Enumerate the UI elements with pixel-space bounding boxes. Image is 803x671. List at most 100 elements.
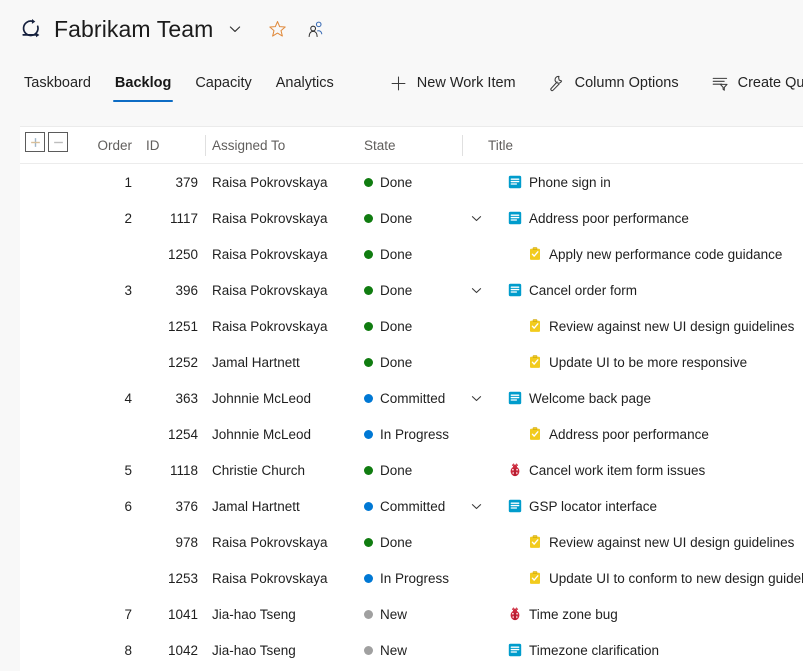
cell-title[interactable]: Time zone bug [508, 596, 618, 632]
table-row[interactable]: 2 1117 Raisa Pokrovskaya Done Address poor p… [20, 200, 803, 236]
create-query-button[interactable]: Create Query [695, 58, 803, 108]
title-label: Address poor performance [529, 210, 689, 226]
cell-id[interactable]: 1254 [146, 416, 198, 452]
cell-assigned-to: Raisa Pokrovskaya [212, 282, 328, 298]
cell-assigned-to: Jia-hao Tseng [212, 606, 296, 622]
cell-title[interactable]: Address poor performance [508, 200, 689, 236]
tab-analytics[interactable]: Analytics [264, 58, 346, 108]
chevron-down-icon[interactable] [225, 19, 245, 39]
cell-assigned-to: Johnnie McLeod [212, 390, 312, 406]
table-row[interactable]: 3 396 Raisa Pokrovskaya Done Cancel order fo… [20, 272, 803, 308]
backlog-grid: Order ID Assigned To State Title 1 379 Rai… [20, 126, 803, 671]
cell-id[interactable]: 1250 [146, 236, 198, 272]
cell-title[interactable]: Review against new UI design guidelines [528, 308, 794, 344]
user-story-icon [508, 643, 522, 657]
cell-order: 4 [124, 390, 132, 406]
cell-id[interactable]: 1042 [146, 632, 198, 668]
table-row[interactable]: 978 Raisa Pokrovskaya Done Review against n… [20, 524, 803, 560]
state-label: Done [380, 246, 413, 262]
row-expand-chevron-icon[interactable] [468, 380, 484, 416]
column-header-assigned-to[interactable]: Assigned To [212, 127, 285, 164]
table-row[interactable]: 1253 Raisa Pokrovskaya In Progress Update U… [20, 560, 803, 596]
table-row[interactable]: 5 1118 Christie Church Done Cancel work item… [20, 452, 803, 488]
row-expand-chevron-icon[interactable] [468, 200, 484, 236]
cell-id[interactable]: 1251 [146, 308, 198, 344]
tab-capacity[interactable]: Capacity [183, 58, 263, 108]
table-row[interactable]: 1251 Raisa Pokrovskaya Done Review against … [20, 308, 803, 344]
new-work-item-button[interactable]: New Work Item [374, 58, 532, 108]
table-row[interactable]: 1 379 Raisa Pokrovskaya Done Phone sign in [20, 164, 803, 200]
state-dot [364, 321, 373, 331]
collapse-all-button[interactable] [48, 132, 68, 152]
team-members-icon[interactable] [303, 17, 327, 41]
title-label: Review against new UI design guidelines [549, 318, 795, 334]
cell-title[interactable]: Update UI to conform to new design guide… [528, 560, 803, 596]
page-title: Fabrikam Team [54, 15, 214, 42]
cell-title[interactable]: Cancel work item form issues [508, 452, 705, 488]
title-label: Address poor performance [549, 426, 709, 442]
cell-state: In Progress [364, 416, 449, 452]
state-label: Done [380, 318, 413, 334]
cell-title[interactable]: Review against new UI design guidelines [528, 524, 794, 560]
table-row[interactable]: 4 363 Johnnie McLeod Committed Welcome back … [20, 380, 803, 416]
state-dot [364, 573, 373, 583]
column-header-state[interactable]: State [364, 127, 396, 164]
star-icon[interactable] [265, 17, 289, 41]
expand-all-button[interactable] [25, 132, 45, 152]
tab-backlog[interactable]: Backlog [103, 58, 183, 108]
cell-title[interactable]: Cancel order form [508, 272, 637, 308]
title-label: Timezone clarification [529, 642, 660, 658]
table-row[interactable]: 1252 Jamal Hartnett Done Update UI to be mo… [20, 344, 803, 380]
cell-state: In Progress [364, 560, 449, 596]
cell-title[interactable]: Apply new performance code guidance [528, 236, 782, 272]
row-expand-chevron-icon[interactable] [468, 488, 484, 524]
column-header-title[interactable]: Title [488, 127, 513, 164]
cell-title[interactable]: Update UI to be more responsive [528, 344, 747, 380]
tab-taskboard[interactable]: Taskboard [12, 58, 103, 108]
wrench-icon [548, 74, 566, 92]
cell-assigned-to: Jamal Hartnett [212, 354, 300, 370]
cell-id[interactable]: 396 [146, 272, 198, 308]
cell-id[interactable]: 1118 [146, 452, 198, 488]
cell-title[interactable]: Welcome back page [508, 380, 651, 416]
cell-title[interactable]: Address poor performance [528, 416, 709, 452]
column-header-order[interactable]: Order [90, 127, 132, 164]
cell-id[interactable]: 1041 [146, 596, 198, 632]
table-row[interactable]: 6 376 Jamal Hartnett Committed GSP locator i… [20, 488, 803, 524]
cell-id[interactable]: 379 [146, 164, 198, 200]
plus-icon [390, 74, 408, 92]
table-row[interactable]: 8 1042 Jia-hao Tseng New Timezone clarificat… [20, 632, 803, 668]
cell-title[interactable]: Timezone clarification [508, 632, 659, 668]
cell-state: Done [364, 272, 412, 308]
cell-assigned-to: Christie Church [212, 462, 306, 478]
column-options-button[interactable]: Column Options [532, 58, 695, 108]
filter-query-icon [711, 74, 729, 92]
user-story-icon [508, 175, 522, 189]
cell-order [90, 344, 132, 380]
cell-state: Committed [364, 380, 445, 416]
table-row[interactable]: 1254 Johnnie McLeod In Progress Address poo… [20, 416, 803, 452]
cell-id[interactable]: 1253 [146, 560, 198, 596]
task-icon [528, 571, 542, 585]
cell-id[interactable]: 363 [146, 380, 198, 416]
cell-assigned-to: Johnnie McLeod [212, 426, 312, 442]
table-row[interactable]: 7 1041 Jia-hao Tseng New Time zone bug [20, 596, 803, 632]
toolbar-actions: New Work Item Column Options Create Qu [374, 58, 803, 108]
table-row[interactable]: 1250 Raisa Pokrovskaya Done Apply new perfo… [20, 236, 803, 272]
state-dot [364, 465, 373, 475]
toolbar: Taskboard Backlog Capacity Analytics New… [0, 58, 803, 108]
state-label: Committed [380, 390, 446, 406]
cell-id[interactable]: 1252 [146, 344, 198, 380]
cell-title[interactable]: GSP locator interface [508, 488, 657, 524]
cell-id[interactable]: 978 [146, 524, 198, 560]
cell-order: 8 [124, 642, 132, 658]
cell-id[interactable]: 376 [146, 488, 198, 524]
cell-order: 2 [124, 210, 132, 226]
user-story-icon [508, 391, 522, 405]
state-label: Done [380, 354, 413, 370]
column-header-id[interactable]: ID [146, 127, 178, 164]
cell-assigned-to: Raisa Pokrovskaya [212, 210, 328, 226]
cell-id[interactable]: 1117 [146, 200, 198, 236]
row-expand-chevron-icon[interactable] [468, 272, 484, 308]
cell-title[interactable]: Phone sign in [508, 164, 611, 200]
